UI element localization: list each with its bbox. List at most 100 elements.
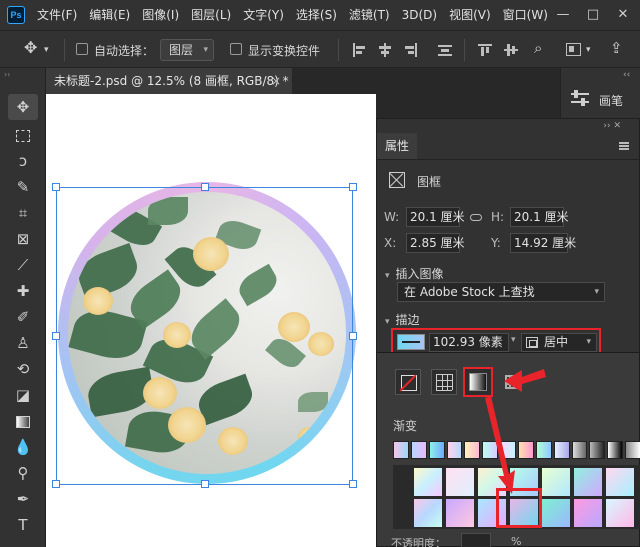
eraser-icon[interactable]: ◪ xyxy=(8,382,38,408)
chevron-down-icon[interactable]: ▾ xyxy=(511,335,516,345)
transform-handle[interactable] xyxy=(349,332,357,340)
menu-image[interactable]: 图像(I) xyxy=(136,0,185,30)
move-icon[interactable]: ✥ xyxy=(24,38,37,57)
gradient-preset[interactable] xyxy=(500,441,517,459)
stroke-section[interactable]: ▾ 描边 xyxy=(385,311,420,328)
gradient-swatch[interactable] xyxy=(573,467,603,497)
stroke-color-swatch[interactable] xyxy=(397,334,425,350)
pen-icon[interactable]: ✒ xyxy=(8,486,38,512)
y-field[interactable]: 14.92 厘米 xyxy=(510,233,576,253)
auto-select-dropdown[interactable]: 图层 ▾ xyxy=(160,39,214,61)
gradient-icon[interactable] xyxy=(8,408,38,434)
history-brush-icon[interactable]: ⟲ xyxy=(8,356,38,382)
close-window-button[interactable]: ✕ xyxy=(608,0,638,30)
menu-3d[interactable]: 3D(D) xyxy=(396,0,443,30)
collapse-icon[interactable]: ›› xyxy=(4,70,10,79)
gradient-swatch[interactable] xyxy=(605,498,635,528)
gradient-preset[interactable] xyxy=(482,441,499,459)
lasso-icon[interactable]: ↄ xyxy=(8,148,38,174)
healing-icon[interactable]: ✚ xyxy=(8,278,38,304)
chevron-down-icon[interactable]: ▾ xyxy=(44,45,49,55)
search-icon[interactable]: ⌕ xyxy=(534,39,542,57)
gradient-type-button[interactable] xyxy=(463,367,493,397)
gradient-swatch[interactable] xyxy=(605,467,635,497)
crop-icon[interactable]: ⌗ xyxy=(8,200,38,226)
maximize-button[interactable]: □ xyxy=(578,0,608,30)
type-icon[interactable]: T xyxy=(8,512,38,538)
gradient-swatch[interactable] xyxy=(445,498,475,528)
tab-properties[interactable]: 属性 xyxy=(377,133,417,159)
align-middle-icon[interactable] xyxy=(504,43,518,57)
transform-handle[interactable] xyxy=(52,332,60,340)
canvas-area[interactable] xyxy=(46,94,376,547)
gradient-preset[interactable] xyxy=(625,441,640,459)
gradient-swatch[interactable] xyxy=(573,498,603,528)
chevron-down-icon[interactable]: ▾ xyxy=(586,45,591,55)
transform-handle[interactable] xyxy=(349,183,357,191)
sliders-icon[interactable] xyxy=(571,90,589,106)
pattern-type-button[interactable] xyxy=(499,369,525,395)
transform-handle[interactable] xyxy=(52,183,60,191)
menu-view[interactable]: 视图(V) xyxy=(443,0,497,30)
solid-color-button[interactable] xyxy=(431,369,457,395)
distribute-vertical-icon[interactable] xyxy=(438,43,452,57)
opacity-field[interactable] xyxy=(461,533,491,547)
height-field[interactable]: 20.1 厘米 xyxy=(510,207,569,227)
blur-icon[interactable]: 💧 xyxy=(8,434,38,460)
transform-handle[interactable] xyxy=(349,480,357,488)
clone-stamp-icon[interactable]: ♙ xyxy=(8,330,38,356)
width-field[interactable]: 20.1 厘米 xyxy=(406,207,465,227)
menu-type[interactable]: 文字(Y) xyxy=(237,0,290,30)
gradient-preset[interactable] xyxy=(518,441,534,459)
align-center-h-icon[interactable] xyxy=(378,43,392,57)
artboard[interactable] xyxy=(46,94,376,547)
menu-window[interactable]: 窗口(W) xyxy=(497,0,554,30)
panel-menu-icon[interactable] xyxy=(619,142,629,150)
collapse-icon[interactable]: ‹‹ xyxy=(623,70,630,80)
transform-bounding-box[interactable] xyxy=(52,183,357,488)
transform-handle[interactable] xyxy=(201,480,209,488)
menu-select[interactable]: 选择(S) xyxy=(290,0,343,30)
stock-search-dropdown[interactable]: 在 Adobe Stock 上查找 ▾ xyxy=(397,282,605,302)
gradient-preset[interactable] xyxy=(553,441,570,459)
dodge-icon[interactable]: ⚲ xyxy=(8,460,38,486)
link-icon[interactable] xyxy=(470,214,482,221)
x-field[interactable]: 2.85 厘米 xyxy=(406,233,465,253)
align-right-icon[interactable] xyxy=(404,43,418,57)
align-top-icon[interactable] xyxy=(478,43,492,57)
transform-handle[interactable] xyxy=(201,183,209,191)
menu-file[interactable]: 文件(F) xyxy=(31,0,83,30)
frame-icon[interactable]: ⊠ xyxy=(8,226,38,252)
document-tab[interactable]: 未标题-2.psd @ 12.5% (8 画框, RGB/8) * × xyxy=(46,68,292,94)
gradient-preset[interactable] xyxy=(464,441,481,459)
eyedropper-icon[interactable]: ⟋ xyxy=(8,252,38,278)
transform-handle[interactable] xyxy=(52,480,60,488)
show-transform-checkbox[interactable] xyxy=(230,43,242,55)
rect-marquee-icon[interactable] xyxy=(8,122,38,148)
align-left-icon[interactable] xyxy=(352,43,366,57)
gradient-preset[interactable] xyxy=(410,441,427,459)
gradient-swatch[interactable] xyxy=(413,467,443,497)
menu-filter[interactable]: 滤镜(T) xyxy=(343,0,396,30)
auto-select-checkbox[interactable] xyxy=(76,43,88,55)
dock-brush-label[interactable]: 画笔 xyxy=(599,92,623,109)
no-color-button[interactable] xyxy=(395,369,421,395)
gradient-swatch[interactable] xyxy=(541,498,571,528)
gradient-preset[interactable] xyxy=(535,441,552,459)
gradient-preset[interactable] xyxy=(428,441,445,459)
gradient-preset[interactable] xyxy=(607,441,624,459)
minimize-button[interactable]: — xyxy=(548,0,578,30)
menu-edit[interactable]: 编辑(E) xyxy=(83,0,136,30)
stroke-align-dropdown[interactable]: 居中 ▾ xyxy=(521,333,597,352)
gradient-preset[interactable] xyxy=(589,441,606,459)
gradient-preset[interactable] xyxy=(571,441,588,459)
menu-layer[interactable]: 图层(L) xyxy=(185,0,237,30)
gradient-preset[interactable] xyxy=(446,441,463,459)
gradient-swatch[interactable] xyxy=(541,467,571,497)
gradient-swatch[interactable] xyxy=(413,498,443,528)
photoshop-logo[interactable]: Ps xyxy=(7,6,25,24)
workspace-icon[interactable] xyxy=(566,43,581,56)
stroke-width-field[interactable]: 102.93 像素 xyxy=(429,333,509,352)
close-icon[interactable]: × xyxy=(271,68,281,94)
quick-select-icon[interactable]: ✎ xyxy=(8,174,38,200)
